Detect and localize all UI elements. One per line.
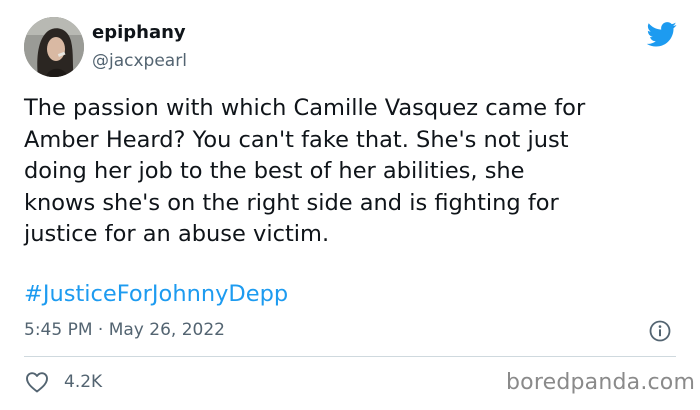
author-handle[interactable]: @jacxpearl <box>92 51 187 71</box>
hashtag-link[interactable]: #JusticeForJohnnyDepp <box>24 281 288 307</box>
watermark: boredpanda.com <box>506 370 696 395</box>
like-count: 4.2K <box>64 372 103 392</box>
heart-icon[interactable] <box>25 371 49 393</box>
info-icon[interactable] <box>649 320 671 342</box>
twitter-bird-icon[interactable] <box>647 22 677 47</box>
tweet-timestamp[interactable]: 5:45 PM · May 26, 2022 <box>24 320 225 340</box>
divider <box>24 356 676 357</box>
avatar-image <box>24 17 84 77</box>
author-display-name[interactable]: epiphany <box>92 22 186 43</box>
avatar[interactable] <box>24 17 84 77</box>
tweet-text: The passion with which Camille Vasquez c… <box>24 95 586 247</box>
